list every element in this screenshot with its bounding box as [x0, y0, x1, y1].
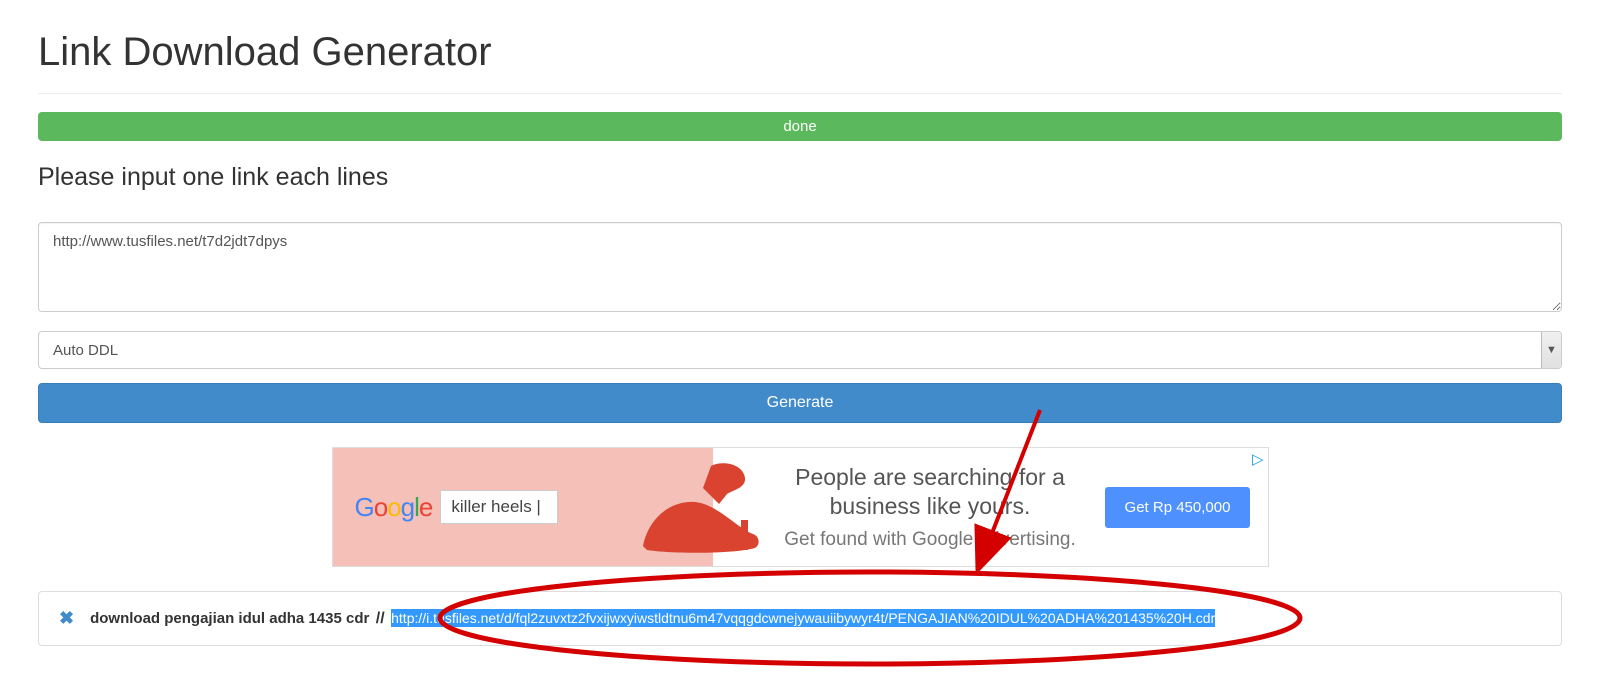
- result-link[interactable]: http://i.tusfiles.net/d/fql2zuvxtz2fvxij…: [391, 609, 1215, 627]
- result-label: download pengajian idul adha 1435 cdr: [90, 610, 369, 627]
- ad-left-panel: Google killer heels |: [333, 448, 713, 566]
- links-textarea[interactable]: http://www.tusfiles.net/t7d2jdt7dpys: [38, 222, 1562, 312]
- status-bar: done: [38, 112, 1562, 141]
- ad-search-field: killer heels |: [440, 490, 558, 524]
- result-line: download pengajian idul adha 1435 cdr //…: [90, 610, 1215, 628]
- divider: [38, 93, 1562, 94]
- result-panel: ✖ download pengajian idul adha 1435 cdr …: [38, 591, 1562, 646]
- input-section-label: Please input one link each lines: [38, 163, 1562, 192]
- google-logo: Google: [355, 492, 433, 523]
- adchoices-icon[interactable]: ▷: [1252, 450, 1264, 468]
- close-icon[interactable]: ✖: [59, 608, 74, 629]
- ad-cta-button[interactable]: Get Rp 450,000: [1105, 487, 1251, 528]
- ad-subline: Get found with Google advertising.: [784, 529, 1076, 551]
- mode-select[interactable]: Auto DDL: [38, 331, 1562, 369]
- ad-headline: People are searching for a business like…: [795, 463, 1065, 521]
- shoe-icon: [633, 458, 773, 558]
- generate-button[interactable]: Generate: [38, 383, 1562, 423]
- result-separator: //: [376, 610, 385, 627]
- ad-right-panel: Get Rp 450,000: [1088, 448, 1268, 566]
- ad-banner[interactable]: Google killer heels | People are searchi…: [332, 447, 1269, 567]
- page-title: Link Download Generator: [38, 30, 1562, 75]
